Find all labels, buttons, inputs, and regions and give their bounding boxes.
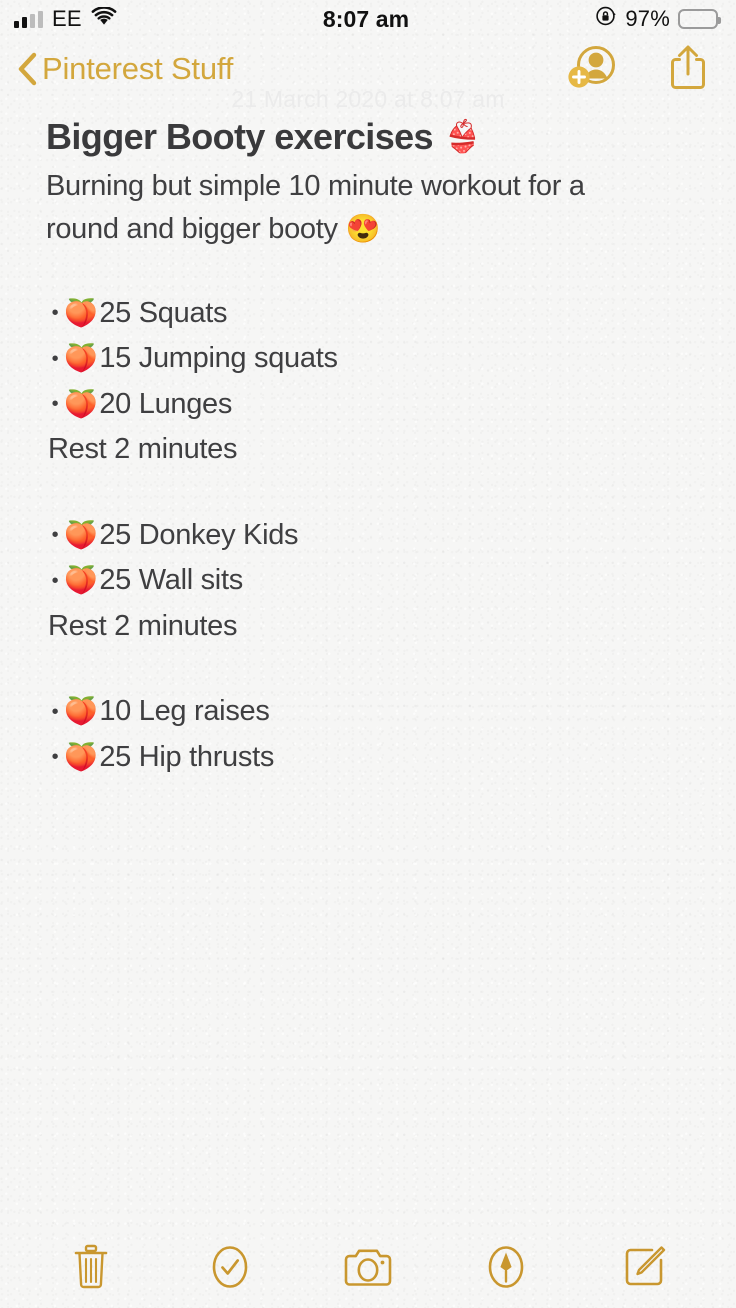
clock-label: 8:07 am (322, 5, 410, 32)
delete-button[interactable] (55, 1238, 127, 1300)
markup-button[interactable] (470, 1238, 542, 1300)
rest-line: Rest 2 minutes (48, 433, 238, 466)
peach-icon: 🍑 (64, 565, 98, 596)
list-item[interactable]: • 🍑 25 Donkey Kids (46, 513, 700, 559)
compose-icon (622, 1244, 668, 1295)
markup-pen-circle-icon (485, 1243, 527, 1296)
list-item-label: 25 Donkey Kids (99, 518, 299, 551)
heart-eyes-icon: 😍 (345, 213, 381, 245)
note-date-stamp: 21 March 2020 at 8:07 am (231, 86, 505, 112)
note-title-text: Bigger Booty exercises (46, 116, 434, 157)
peach-icon: 🍑 (64, 388, 98, 419)
status-bar-right: 97% (409, 5, 721, 33)
list-item[interactable]: • 🍑 10 Leg raises (46, 689, 700, 735)
list-item[interactable]: • 🍑 25 Wall sits (46, 558, 700, 604)
peach-icon: 🍑 (64, 297, 98, 328)
exercise-block-3: • 🍑 10 Leg raises • 🍑 25 Hip thrusts (46, 689, 700, 780)
note-subtitle-text: Burning but simple 10 minute workout for… (46, 170, 585, 246)
checklist-button[interactable] (194, 1238, 266, 1300)
bullet-marker-icon: • (51, 700, 59, 723)
carrier-label: EE (52, 6, 82, 31)
exercise-block-2: • 🍑 25 Donkey Kids • 🍑 25 Wall sits (46, 513, 700, 604)
battery-icon (678, 9, 721, 29)
list-item[interactable]: • 🍑 15 Jumping squats (46, 336, 700, 382)
peach-icon: 🍑 (64, 741, 98, 772)
compose-button[interactable] (609, 1238, 681, 1300)
camera-button[interactable] (332, 1238, 404, 1300)
exercise-block-1: • 🍑 25 Squats • 🍑 15 Jumping squats • 🍑 … (46, 291, 700, 428)
bullet-marker-icon: • (51, 524, 59, 547)
bikini-icon: 👙 (442, 118, 482, 154)
list-item-label: 10 Leg raises (99, 695, 270, 728)
rotation-lock-icon (595, 5, 617, 33)
note-title: Bigger Booty exercises 👙 (46, 116, 700, 158)
camera-icon (343, 1245, 393, 1294)
list-item[interactable]: • 🍑 20 Lunges (46, 382, 700, 428)
wifi-icon (91, 6, 117, 32)
bullet-marker-icon: • (51, 746, 59, 769)
list-item[interactable]: • 🍑 25 Squats (46, 291, 700, 337)
back-button-label: Pinterest Stuff (42, 51, 234, 86)
list-item[interactable]: • 🍑 25 Hip thrusts (46, 735, 700, 781)
list-item-label: 25 Squats (99, 296, 228, 329)
peach-icon: 🍑 (64, 343, 98, 374)
signal-bars-icon (14, 10, 43, 28)
list-item-label: 25 Wall sits (99, 564, 243, 597)
trash-icon (71, 1243, 111, 1296)
bullet-marker-icon: • (51, 302, 59, 325)
checkmark-circle-icon (209, 1243, 251, 1296)
status-bar-center: 8:07 am (323, 6, 409, 33)
note-body[interactable]: Bigger Booty exercises 👙 Burning but sim… (0, 100, 736, 780)
battery-percent-label: 97% (625, 6, 670, 31)
notes-app-screen: EE 8:07 am 97% Pinterest Stuff 21 March … (0, 0, 736, 1308)
rest-line: Rest 2 minutes (48, 609, 238, 642)
list-item-label: 15 Jumping squats (99, 342, 338, 375)
status-bar-left: EE (14, 6, 323, 32)
bottom-toolbar (0, 1230, 736, 1308)
bullet-marker-icon: • (51, 569, 59, 592)
list-item-label: 20 Lunges (99, 387, 233, 420)
bullet-marker-icon: • (51, 347, 59, 370)
bullet-marker-icon: • (51, 393, 59, 416)
list-item-label: 25 Hip thrusts (99, 740, 275, 773)
back-button[interactable]: Pinterest Stuff (16, 51, 233, 87)
chevron-left-icon (16, 52, 38, 86)
peach-icon: 🍑 (64, 519, 98, 550)
peach-icon: 🍑 (64, 696, 98, 727)
note-subtitle: Burning but simple 10 minute workout for… (46, 165, 646, 250)
status-bar: EE 8:07 am 97% (0, 0, 736, 38)
